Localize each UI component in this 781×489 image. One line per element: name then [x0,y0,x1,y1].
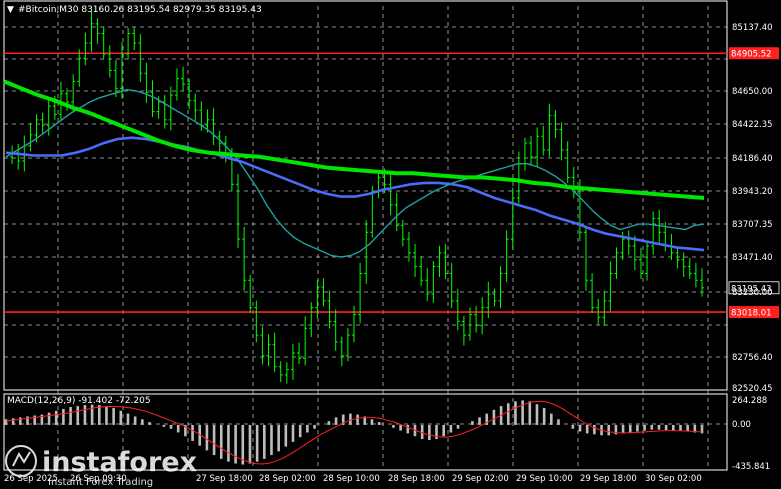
price-level-label: 84905.52 [731,50,772,60]
price-axis-label: 82756.40 [732,353,773,363]
time-axis-label: 29 Sep 10:00 [516,474,573,484]
time-axis-label: 29 Sep 02:00 [452,474,509,484]
time-axis-label: 28 Sep 02:00 [259,474,316,484]
macd-axis-label: -435.841 [732,462,770,472]
price-axis-label: 83230.00 [732,288,773,298]
symbol-header: #Bitcoin,M30 83160.26 83195.54 82979.35 … [18,5,262,15]
time-axis-label: 28 Sep 10:00 [323,474,380,484]
price-axis-label: 84422.35 [732,120,773,130]
trading-chart[interactable]: 84905.5283018.0183195.43 85137.4084650.0… [0,0,781,489]
time-axis-label: 27 Sep 18:00 [196,474,253,484]
price-axis-label: 83943.20 [732,187,773,197]
macd-axis-label: 0.00 [732,420,751,430]
time-axis-label: 29 Sep 18:00 [580,474,637,484]
dropdown-triangle-icon[interactable]: ▼ [7,5,14,15]
price-axis-label: 82520.45 [732,384,773,394]
macd-header: MACD(12,26,9) -91.402 -72.205 [7,396,151,406]
price-axis-label: 84650.00 [732,87,773,97]
time-axis-label: 30 Sep 02:00 [645,474,702,484]
price-axis-label: 84186.40 [732,154,773,164]
brand-text: instaforex [42,447,197,478]
brand-tagline: Instant Forex Trading [48,477,153,488]
price-axis-label: 83707.35 [732,220,773,230]
price-level-label: 83018.01 [731,309,772,319]
price-axis-label: 83471.40 [732,253,773,263]
time-axis-label: 28 Sep 18:00 [388,474,445,484]
price-axis-label: 85137.40 [732,23,773,33]
macd-axis-label: 264.288 [732,396,767,406]
